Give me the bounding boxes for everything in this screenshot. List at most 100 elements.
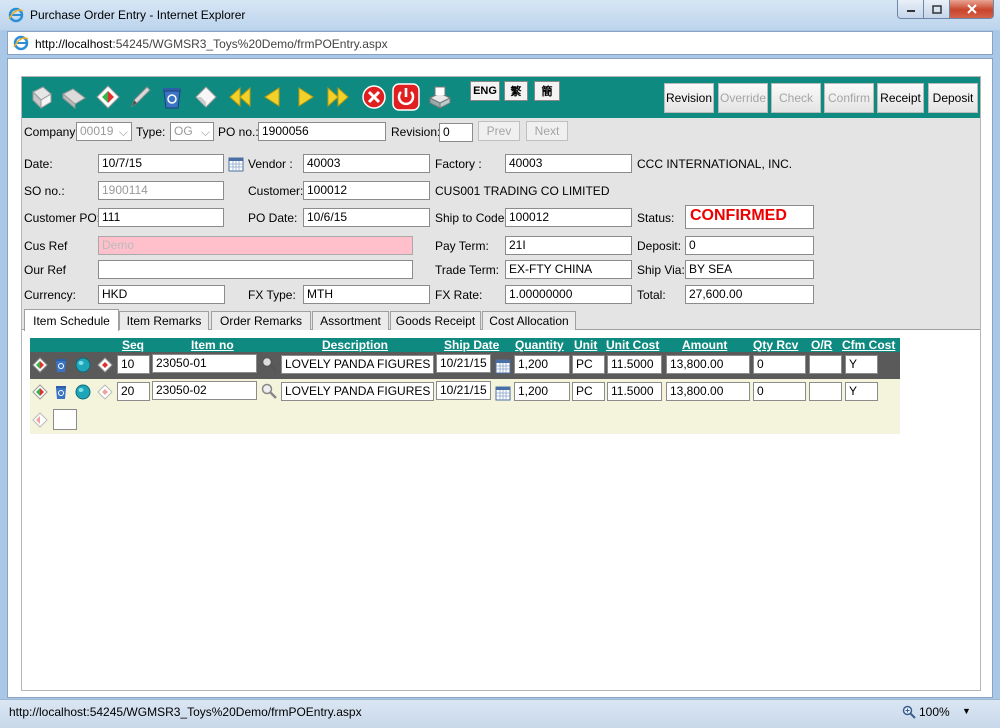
maximize-button[interactable] [924, 0, 950, 19]
ship-date-cell[interactable]: 10/21/15 [436, 354, 491, 373]
chevron-down-icon[interactable]: ▼ [962, 706, 971, 716]
unit-cost-cell[interactable]: 11.5000 [607, 382, 662, 401]
type-select[interactable]: OG ⌵ [170, 122, 214, 141]
calendar-icon[interactable] [228, 156, 244, 172]
tab-assortment[interactable]: Assortment [312, 311, 389, 330]
or-cell[interactable] [809, 382, 842, 401]
calendar-icon[interactable] [495, 358, 511, 374]
col-item-no[interactable]: Item no [191, 338, 234, 352]
ship-to-code-field[interactable]: 100012 [505, 208, 632, 227]
unit-cost-cell[interactable]: 11.5000 [607, 355, 662, 374]
trade-term-field[interactable]: EX-FTY CHINA [505, 260, 632, 279]
tab-order-remarks[interactable]: Order Remarks [211, 311, 311, 330]
date-field[interactable]: 10/7/15 [98, 154, 224, 173]
tab-cost-allocation[interactable]: Cost Allocation [482, 311, 576, 330]
col-or[interactable]: O/R [811, 338, 832, 352]
company-select[interactable]: 00019 ⌵ [76, 122, 132, 141]
previous-record-button[interactable] [258, 83, 286, 111]
po-no-field[interactable]: 1900056 [258, 122, 386, 141]
cfm-cost-cell[interactable]: Y [845, 382, 878, 401]
currency-field[interactable]: HKD [98, 285, 225, 304]
receipt-button[interactable]: Receipt [877, 83, 924, 113]
fx-rate-field[interactable]: 1.00000000 [505, 285, 632, 304]
delete-button[interactable] [158, 83, 186, 111]
col-description[interactable]: Description [322, 338, 388, 352]
or-cell[interactable] [809, 355, 842, 374]
recycle-bin-icon[interactable] [53, 357, 69, 373]
quantity-cell[interactable]: 1,200 [514, 382, 570, 401]
check-button[interactable]: Check [771, 83, 821, 113]
col-seq[interactable]: Seq [122, 338, 144, 352]
ship-via-field[interactable]: BY SEA [685, 260, 814, 279]
recycle-bin-icon[interactable] [53, 384, 69, 400]
new-button[interactable] [28, 83, 56, 111]
new-row-icon[interactable] [32, 412, 48, 428]
seq-cell[interactable]: 10 [117, 355, 150, 374]
col-ship-date[interactable]: Ship Date [444, 338, 499, 352]
vendor-field[interactable]: 40003 [303, 154, 430, 173]
description-cell[interactable]: LOVELY PANDA FIGURES M [281, 355, 434, 374]
search-icon[interactable] [261, 383, 277, 399]
col-cfm-cost[interactable]: Cfm Cost [842, 338, 895, 352]
eraser-icon[interactable] [97, 384, 113, 400]
globe-icon[interactable] [75, 357, 91, 373]
confirm-button[interactable]: Confirm [824, 83, 874, 113]
seq-cell[interactable]: 20 [117, 382, 150, 401]
deposit-field[interactable]: 0 [685, 236, 814, 255]
tab-item-remarks[interactable]: Item Remarks [119, 311, 209, 330]
col-amount[interactable]: Amount [682, 338, 727, 352]
last-record-button[interactable] [324, 83, 352, 111]
col-unit[interactable]: Unit [574, 338, 597, 352]
edit-diamond-icon[interactable] [32, 357, 48, 373]
ship-date-cell[interactable]: 10/21/15 [436, 381, 491, 400]
cus-ref-field[interactable]: Demo [98, 236, 413, 255]
first-record-button[interactable] [226, 83, 254, 111]
calendar-icon[interactable] [495, 385, 511, 401]
new-seq-cell[interactable] [53, 409, 77, 430]
cfm-cost-cell[interactable]: Y [845, 355, 878, 374]
edit-diamond-icon[interactable] [32, 384, 48, 400]
print-button[interactable] [426, 83, 454, 111]
exit-button[interactable] [392, 83, 420, 111]
unit-cell[interactable]: PC [572, 382, 605, 401]
col-unit-cost[interactable]: Unit Cost [606, 338, 659, 352]
col-qty-rcv[interactable]: Qty Rcv [753, 338, 798, 352]
our-ref-field[interactable] [98, 260, 413, 279]
unit-cell[interactable]: PC [572, 355, 605, 374]
revision-button[interactable]: Revision [664, 83, 714, 113]
modify-button[interactable] [126, 83, 154, 111]
next-button[interactable]: Next [526, 121, 568, 141]
copy-button[interactable] [60, 83, 88, 111]
lang-traditional-button[interactable]: 繁 [504, 81, 528, 101]
minimize-button[interactable] [897, 0, 924, 19]
globe-icon[interactable] [75, 384, 91, 400]
customer-po-field[interactable]: 111 [98, 208, 224, 227]
eraser-icon[interactable] [97, 357, 113, 373]
deposit-button[interactable]: Deposit [928, 83, 978, 113]
cancel-button[interactable] [360, 83, 388, 111]
close-window-button[interactable] [950, 0, 994, 19]
tab-item-schedule[interactable]: Item Schedule [24, 309, 119, 331]
lang-english-button[interactable]: ENG [470, 81, 500, 101]
item-no-cell[interactable]: 23050-01 [152, 354, 257, 373]
customer-field[interactable]: 100012 [303, 181, 430, 200]
tab-goods-receipt[interactable]: Goods Receipt [390, 311, 481, 330]
so-no-field[interactable]: 1900114 [98, 181, 224, 200]
factory-field[interactable]: 40003 [505, 154, 632, 173]
next-record-button[interactable] [292, 83, 320, 111]
zoom-control[interactable]: 100% [902, 705, 950, 719]
override-button[interactable]: Override [718, 83, 768, 113]
clear-button[interactable] [192, 83, 220, 111]
prev-button[interactable]: Prev [478, 121, 520, 141]
lang-simplified-button[interactable]: 簡 [534, 81, 560, 101]
revision-field[interactable]: 0 [439, 123, 473, 142]
fx-type-field[interactable]: MTH [303, 285, 430, 304]
item-no-cell[interactable]: 23050-02 [152, 381, 257, 400]
pay-term-field[interactable]: 21I [505, 236, 632, 255]
search-icon[interactable] [261, 356, 277, 372]
description-cell[interactable]: LOVELY PANDA FIGURES M [281, 382, 434, 401]
col-quantity[interactable]: Quantity [515, 338, 564, 352]
quantity-cell[interactable]: 1,200 [514, 355, 570, 374]
edit-button[interactable] [94, 83, 122, 111]
address-bar[interactable]: http://localhost:54245/WGMSR3_Toys%20Dem… [7, 31, 993, 55]
